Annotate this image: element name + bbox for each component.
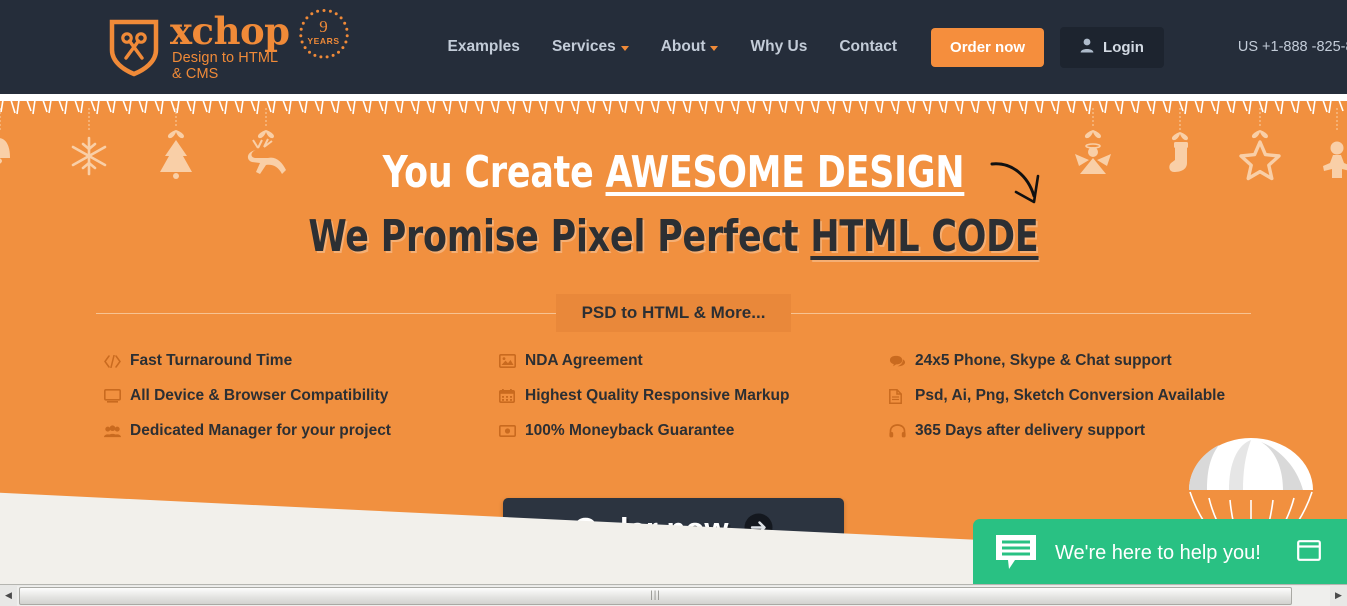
header-contact-group: US +1-888 -825-8745 [1238, 38, 1347, 56]
chat-message: We're here to help you! [1055, 541, 1261, 564]
divider-line-right [791, 312, 1252, 314]
page-root: xchop Design to HTML & CMS 9 YEARS Examp… [0, 0, 1347, 606]
nav-label: Services [551, 38, 616, 55]
scroll-left-arrow[interactable]: ◀ [0, 585, 17, 606]
nav-item-examples[interactable]: Examples [448, 38, 520, 56]
feature-item: 100% Moneyback Guarantee [499, 422, 889, 440]
image-icon [499, 354, 516, 368]
user-icon [1080, 38, 1094, 57]
main-navigation: Examples Services About Why Us Contact [448, 38, 897, 56]
logo[interactable]: xchop Design to HTML & CMS 9 YEARS [108, 9, 352, 82]
headphones-icon [889, 424, 906, 438]
chevron-down-icon [620, 46, 629, 51]
nav-item-why-us[interactable]: Why Us [750, 38, 807, 56]
headline-1-plain: You Create [382, 147, 606, 198]
feature-label: 100% Moneyback Guarantee [525, 422, 735, 439]
desktop-icon [104, 389, 121, 403]
feature-list: Fast Turnaround Time All Device & Browse… [104, 352, 1234, 440]
scroll-right-arrow[interactable]: ▶ [1330, 585, 1347, 606]
feature-label: All Device & Browser Compatibility [130, 387, 389, 404]
users-icon [104, 424, 121, 438]
feature-item: 24x5 Phone, Skype & Chat support [889, 352, 1219, 370]
feature-item: Highest Quality Responsive Markup [499, 387, 889, 405]
nav-label: Contact [839, 38, 898, 55]
bell-ornament [0, 108, 10, 164]
curved-arrow-icon [988, 152, 1050, 215]
headline-1-emphasis: AWESOME DESIGN [605, 147, 965, 198]
nav-label: Examples [447, 38, 520, 55]
feature-label: Highest Quality Responsive Markup [525, 387, 790, 404]
nav-label: Why Us [750, 38, 808, 55]
nav-item-services[interactable]: Services [552, 38, 629, 56]
feature-label: 365 Days after delivery support [915, 422, 1146, 439]
phone-number: US +1-888 -825-8745 [1237, 39, 1347, 55]
years-badge-label: YEARS [307, 36, 340, 46]
years-badge: 9 YEARS [296, 7, 352, 63]
feature-label: 24x5 Phone, Skype & Chat support [915, 352, 1172, 369]
feature-column-2: NDA Agreement Highest Quality Responsive… [499, 352, 889, 440]
horizontal-scrollbar[interactable]: ◀ ||| ▶ [0, 584, 1347, 606]
comments-icon [889, 355, 906, 368]
feature-label: NDA Agreement [525, 352, 643, 369]
feature-item: Dedicated Manager for your project [104, 422, 499, 440]
logo-tagline: Design to HTML & CMS [172, 50, 278, 82]
scrollbar-grip: ||| [650, 590, 661, 601]
section-divider: PSD to HTML & More... [0, 294, 1347, 332]
chat-bubble-icon [993, 530, 1039, 577]
header-order-now-button[interactable]: Order now [931, 27, 1045, 67]
calendar-icon [499, 389, 516, 403]
feature-item: All Device & Browser Compatibility [104, 387, 499, 405]
chat-widget[interactable]: We're here to help you! [973, 519, 1347, 587]
feature-item: Fast Turnaround Time [104, 352, 499, 370]
feature-label: Dedicated Manager for your project [130, 422, 391, 439]
feature-column-1: Fast Turnaround Time All Device & Browse… [104, 352, 499, 440]
code-icon [104, 354, 121, 368]
headline-2-plain: We Promise Pixel Perfect [308, 211, 811, 262]
logo-text: xchop Design to HTML & CMS [170, 12, 290, 82]
gingerbread-man-ornament [1323, 108, 1347, 178]
nav-label: About [660, 38, 706, 55]
feature-item: 365 Days after delivery support [889, 422, 1219, 440]
feature-item: Psd, Ai, Png, Sketch Conversion Availabl… [889, 387, 1225, 405]
shield-scissors-icon [108, 17, 160, 77]
site-header: xchop Design to HTML & CMS 9 YEARS Examp… [0, 0, 1347, 94]
feature-label: Psd, Ai, Png, Sketch Conversion Availabl… [915, 387, 1226, 404]
feature-item: NDA Agreement [499, 352, 889, 370]
logo-wordmark: xchop [170, 9, 290, 53]
chevron-down-icon [710, 46, 719, 51]
hero-headline-secondary: We Promise Pixel Perfect HTML CODE [81, 211, 1266, 262]
login-button[interactable]: Login [1060, 26, 1164, 68]
file-icon [889, 388, 906, 404]
money-bill-icon [499, 425, 516, 437]
login-button-label: Login [1103, 38, 1144, 56]
hero-banner: You Create AWESOME DESIGN We Promise Pix… [0, 94, 1347, 584]
nav-item-contact[interactable]: Contact [839, 38, 897, 56]
divider-line-left [95, 312, 556, 314]
scrollbar-track[interactable]: ||| [17, 585, 1330, 606]
section-subtitle-badge: PSD to HTML & More... [555, 294, 792, 332]
years-badge-number: 9 [319, 17, 328, 36]
hero-headline-primary: You Create AWESOME DESIGN [81, 147, 1266, 198]
nav-item-about[interactable]: About [661, 38, 719, 56]
feature-column-3: 24x5 Phone, Skype & Chat support Psd, Ai… [889, 352, 1225, 440]
headline-2-emphasis: HTML CODE [810, 211, 1039, 262]
scrollbar-thumb[interactable]: ||| [19, 586, 1292, 605]
feature-label: Fast Turnaround Time [130, 352, 293, 369]
maximize-window-icon[interactable] [1297, 540, 1321, 566]
